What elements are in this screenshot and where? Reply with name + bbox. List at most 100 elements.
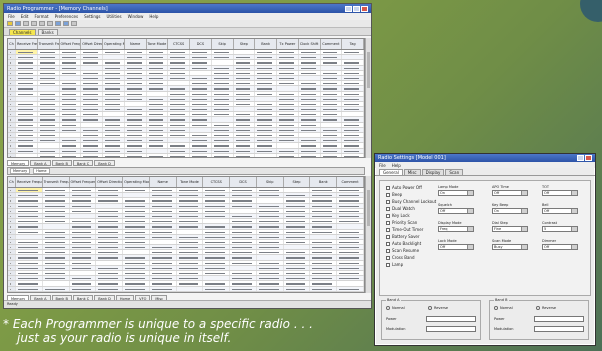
table-cell[interactable] xyxy=(38,55,60,60)
column-header[interactable]: Bank xyxy=(255,39,277,49)
table-cell[interactable] xyxy=(212,101,234,107)
table-cell[interactable] xyxy=(177,271,204,276)
field-dial-step[interactable]: Dial Step Fine xyxy=(492,221,528,232)
table-cell[interactable] xyxy=(43,224,70,229)
table-cell[interactable] xyxy=(16,229,43,234)
column-header[interactable]: Offset Direction xyxy=(96,177,124,187)
table-cell[interactable] xyxy=(342,101,364,107)
table-cell[interactable] xyxy=(255,138,277,143)
table-cell[interactable] xyxy=(342,143,364,148)
tab-banks[interactable]: Banks xyxy=(37,29,58,35)
table-cell[interactable] xyxy=(284,188,311,193)
table-cell[interactable] xyxy=(70,198,97,203)
field-select[interactable]: Freq xyxy=(438,226,474,232)
table-cell[interactable] xyxy=(203,265,231,270)
table-cell[interactable] xyxy=(321,148,343,153)
table-cell[interactable] xyxy=(147,127,169,132)
table-cell[interactable] xyxy=(255,65,277,70)
table-cell[interactable] xyxy=(284,193,311,198)
table-cell[interactable] xyxy=(150,193,177,198)
table-cell[interactable] xyxy=(16,255,43,260)
table-cell[interactable] xyxy=(212,60,234,65)
field-select[interactable]: Busy xyxy=(492,244,528,250)
table-cell[interactable] xyxy=(60,50,82,55)
table-cell[interactable] xyxy=(43,188,70,193)
table-cell[interactable] xyxy=(168,153,190,157)
table-cell[interactable] xyxy=(277,96,299,101)
table-cell[interactable] xyxy=(190,138,212,143)
field-key-beep[interactable]: Key Beep On xyxy=(492,203,528,214)
table-cell[interactable] xyxy=(230,219,257,224)
field-select[interactable]: Fine xyxy=(492,226,528,232)
table-cell[interactable] xyxy=(321,107,343,112)
table-cell[interactable] xyxy=(234,65,256,70)
table-cell[interactable] xyxy=(284,271,311,276)
column-header[interactable]: Transmit Frequency xyxy=(43,177,70,187)
table-cell[interactable] xyxy=(321,101,343,107)
table-cell[interactable] xyxy=(8,245,16,250)
table-cell[interactable] xyxy=(255,112,277,117)
table-cell[interactable] xyxy=(43,276,70,281)
field-select[interactable]: Off xyxy=(542,190,578,196)
table-cell[interactable] xyxy=(96,250,124,255)
table-cell[interactable] xyxy=(337,229,364,234)
table-cell[interactable] xyxy=(81,101,103,107)
table-cell[interactable] xyxy=(150,245,177,250)
table-cell[interactable] xyxy=(8,148,16,153)
table-cell[interactable] xyxy=(70,286,97,291)
table-cell[interactable] xyxy=(310,239,338,245)
table-cell[interactable] xyxy=(70,188,97,193)
column-header[interactable]: Operating Mode xyxy=(123,177,150,187)
table-cell[interactable] xyxy=(81,65,103,70)
table-cell[interactable] xyxy=(321,112,343,117)
table-cell[interactable] xyxy=(337,265,364,270)
table-cell[interactable] xyxy=(123,260,150,265)
table-cell[interactable] xyxy=(8,86,16,91)
table-cell[interactable] xyxy=(103,65,125,70)
table-cell[interactable] xyxy=(255,143,277,148)
table-cell[interactable] xyxy=(321,65,343,70)
table-cell[interactable] xyxy=(16,91,38,96)
maximize-button[interactable] xyxy=(353,5,360,12)
radio-reverse-a[interactable]: Reverse xyxy=(428,306,448,310)
table-cell[interactable] xyxy=(255,148,277,153)
table-cell[interactable] xyxy=(16,224,43,229)
table-cell[interactable] xyxy=(123,219,150,224)
field-contrast[interactable]: Contrast 5 xyxy=(542,221,578,232)
table-cell[interactable] xyxy=(16,75,38,81)
table-cell[interactable] xyxy=(310,213,338,219)
table-cell[interactable] xyxy=(81,70,103,75)
table-cell[interactable] xyxy=(190,122,212,127)
table-cell[interactable] xyxy=(321,153,343,157)
table-cell[interactable] xyxy=(96,198,124,203)
table-cell[interactable] xyxy=(321,138,343,143)
table-cell[interactable] xyxy=(230,265,257,270)
table-cell[interactable] xyxy=(212,50,234,55)
checkbox-time-out-timer[interactable]: Time-Out Timer xyxy=(386,227,423,232)
save-icon[interactable] xyxy=(15,21,21,26)
table-cell[interactable] xyxy=(342,153,364,157)
table-cell[interactable] xyxy=(125,60,147,65)
table-cell[interactable] xyxy=(8,224,16,229)
table-cell[interactable] xyxy=(257,224,284,229)
table-cell[interactable] xyxy=(177,188,204,193)
table-cell[interactable] xyxy=(230,213,257,219)
table-cell[interactable] xyxy=(81,153,103,157)
table-cell[interactable] xyxy=(277,148,299,153)
table-cell[interactable] xyxy=(177,245,204,250)
table-cell[interactable] xyxy=(81,60,103,65)
table-cell[interactable] xyxy=(168,55,190,60)
table-cell[interactable] xyxy=(43,271,70,276)
table-cell[interactable] xyxy=(96,281,124,286)
table-cell[interactable] xyxy=(310,286,338,291)
table-cell[interactable] xyxy=(150,281,177,286)
table-cell[interactable] xyxy=(60,133,82,138)
table-cell[interactable] xyxy=(310,219,338,224)
paste-icon[interactable] xyxy=(47,21,53,26)
field-select[interactable]: On xyxy=(438,190,474,196)
table-cell[interactable] xyxy=(16,208,43,213)
table-cell[interactable] xyxy=(255,75,277,81)
table-cell[interactable] xyxy=(8,70,16,75)
table-cell[interactable] xyxy=(123,224,150,229)
table-cell[interactable] xyxy=(203,219,231,224)
